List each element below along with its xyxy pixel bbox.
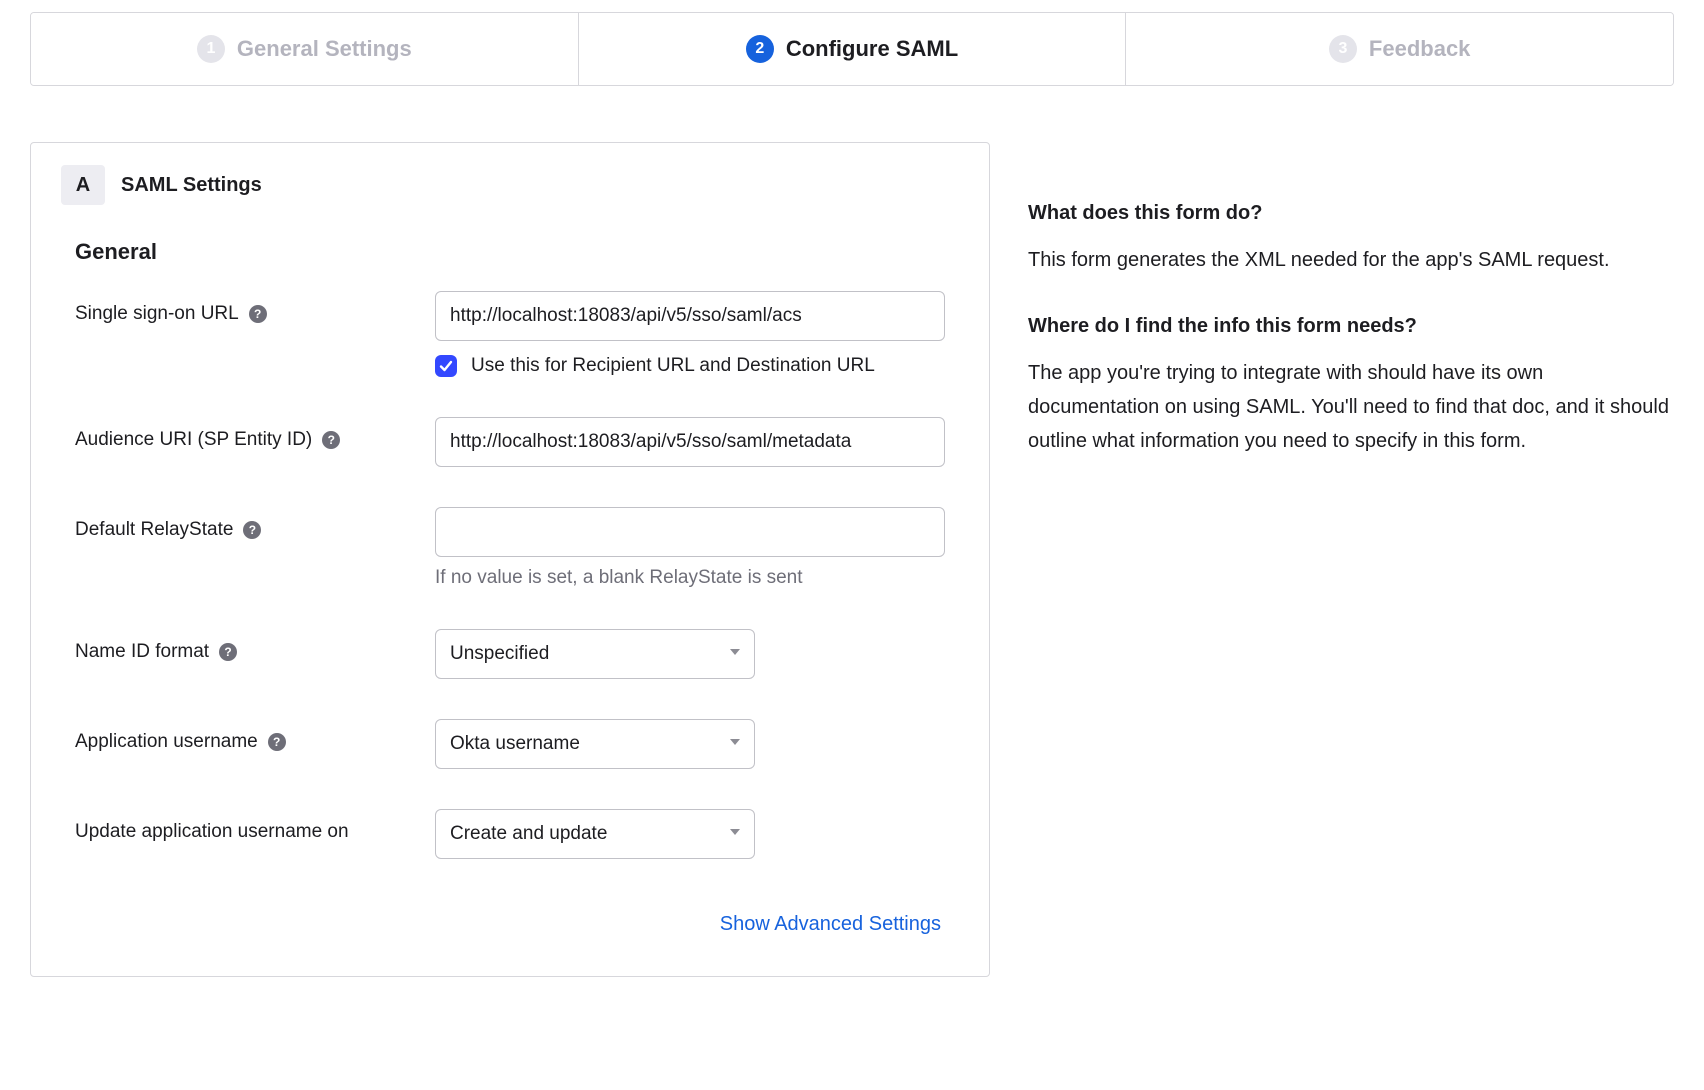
step-configure-saml[interactable]: 2 Configure SAML	[579, 13, 1127, 85]
recipient-url-checkbox[interactable]	[435, 355, 457, 377]
row-name-id-format: Name ID format ? Unspecified	[75, 629, 945, 679]
step-number: 3	[1329, 35, 1357, 63]
help-icon[interactable]: ?	[249, 305, 267, 323]
app-username-select[interactable]: Okta username	[435, 719, 755, 769]
audience-uri-input[interactable]	[435, 417, 945, 467]
recipient-url-checkbox-label: Use this for Recipient URL and Destinati…	[471, 355, 875, 377]
label-update-username-on: Update application username on	[75, 821, 349, 843]
row-sso-url: Single sign-on URL ? Use this for Recipi…	[75, 291, 945, 377]
step-label: Feedback	[1369, 36, 1471, 62]
label-sso-url: Single sign-on URL	[75, 303, 239, 325]
relay-state-input[interactable]	[435, 507, 945, 557]
label-app-username: Application username	[75, 731, 258, 753]
help-icon[interactable]: ?	[268, 733, 286, 751]
help-icon[interactable]: ?	[243, 521, 261, 539]
label-relay-state: Default RelayState	[75, 519, 233, 541]
help-sidebar: What does this form do? This form genera…	[1028, 142, 1674, 496]
section-header: A SAML Settings	[61, 165, 959, 205]
saml-settings-card: A SAML Settings General Single sign-on U…	[30, 142, 990, 977]
show-advanced-settings-link[interactable]: Show Advanced Settings	[720, 913, 941, 935]
row-relay-state: Default RelayState ? If no value is set,…	[75, 507, 945, 589]
subsection-title: General	[75, 239, 945, 265]
section-title: SAML Settings	[121, 174, 262, 197]
row-audience-uri: Audience URI (SP Entity ID) ?	[75, 417, 945, 467]
label-audience-uri: Audience URI (SP Entity ID)	[75, 429, 312, 451]
step-feedback[interactable]: 3 Feedback	[1126, 13, 1673, 85]
sso-url-input[interactable]	[435, 291, 945, 341]
step-general-settings[interactable]: 1 General Settings	[31, 13, 579, 85]
name-id-format-select[interactable]: Unspecified	[435, 629, 755, 679]
step-label: General Settings	[237, 36, 412, 62]
section-letter-badge: A	[61, 165, 105, 205]
help-question-2: Where do I find the info this form needs…	[1028, 315, 1674, 338]
step-number: 1	[197, 35, 225, 63]
row-update-username-on: Update application username on Create an…	[75, 809, 945, 859]
help-answer-1: This form generates the XML needed for t…	[1028, 243, 1674, 277]
relay-state-hint: If no value is set, a blank RelayState i…	[435, 567, 945, 589]
label-name-id-format: Name ID format	[75, 641, 209, 663]
help-question-1: What does this form do?	[1028, 202, 1674, 225]
help-icon[interactable]: ?	[322, 431, 340, 449]
update-username-on-select[interactable]: Create and update	[435, 809, 755, 859]
step-label: Configure SAML	[786, 36, 958, 62]
row-app-username: Application username ? Okta username	[75, 719, 945, 769]
help-icon[interactable]: ?	[219, 643, 237, 661]
help-answer-2: The app you're trying to integrate with …	[1028, 356, 1674, 458]
check-icon	[439, 359, 453, 373]
step-wizard: 1 General Settings 2 Configure SAML 3 Fe…	[30, 12, 1674, 86]
step-number: 2	[746, 35, 774, 63]
